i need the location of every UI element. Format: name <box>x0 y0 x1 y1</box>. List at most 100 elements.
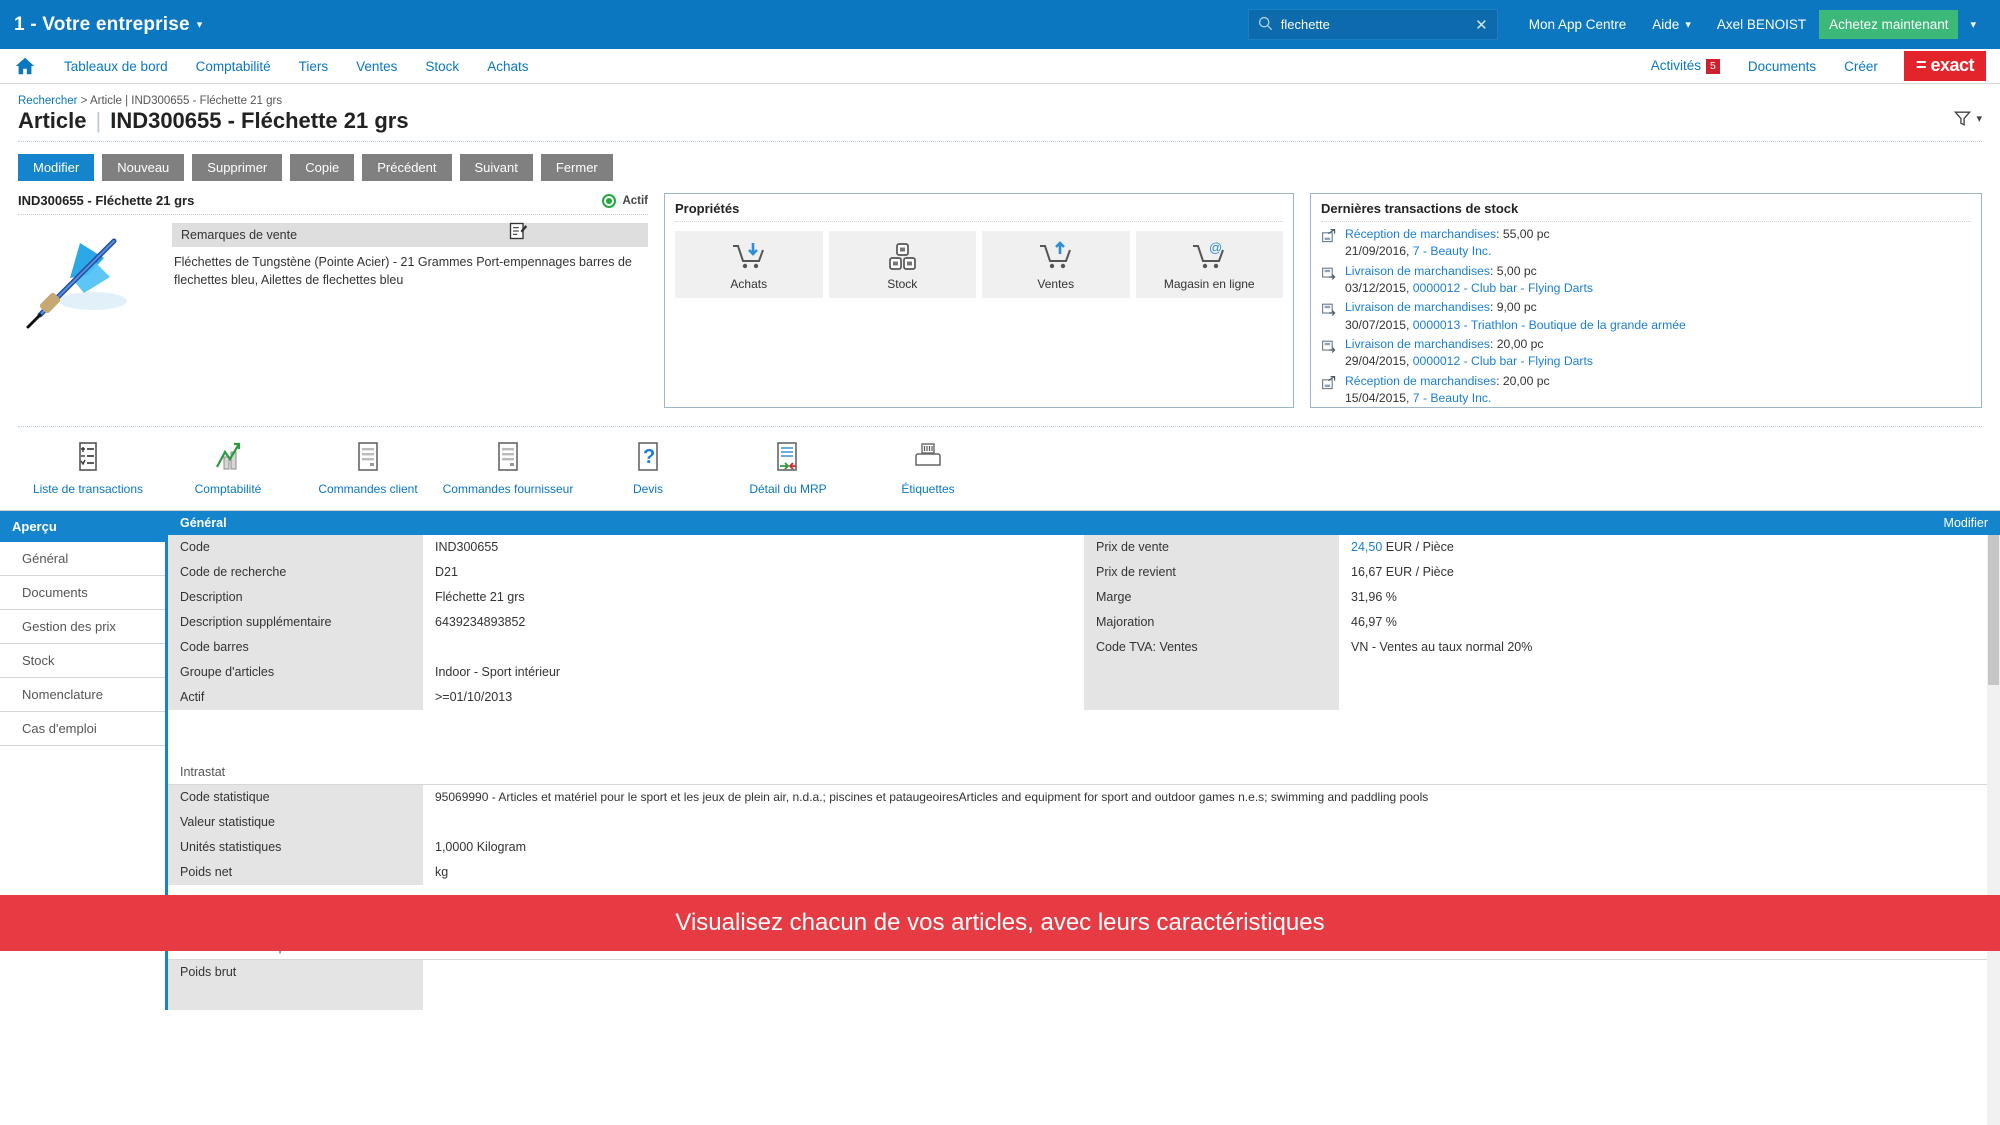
shortcut-detail-du-mrp[interactable]: Détail du MRP <box>718 437 858 496</box>
page-tools-button[interactable]: ▾ <box>1953 109 1982 134</box>
menu-item-achats[interactable]: Achats <box>473 59 542 74</box>
shortcut-comptabilite[interactable]: Comptabilité <box>158 437 298 496</box>
sale-price-accent[interactable]: 24,50 <box>1351 540 1382 554</box>
shortcut-commandes-client[interactable]: Commandes client <box>298 437 438 496</box>
document-icon <box>298 437 438 477</box>
menu-item-tiers[interactable]: Tiers <box>285 59 343 74</box>
tile-achats[interactable]: Achats <box>675 231 823 298</box>
section-edit-link[interactable]: Modifier <box>1944 516 1988 530</box>
clear-search-icon[interactable]: ✕ <box>1475 16 1488 34</box>
nouveau-button[interactable]: Nouveau <box>102 154 185 181</box>
summary-panels: IND300655 - Fléchette 21 grs Actif Remar… <box>0 181 2000 408</box>
tile-stock[interactable]: Stock <box>828 231 976 298</box>
shortcut-liste-de-transactions[interactable]: Liste de transactions <box>18 437 158 496</box>
suivant-button[interactable]: Suivant <box>459 154 533 181</box>
company-switcher[interactable]: 1 - Votre entreprise ▾ <box>14 14 202 36</box>
fermer-button[interactable]: Fermer <box>540 154 613 181</box>
sidebar-item-general[interactable]: Général <box>0 542 165 576</box>
stock-transactions-title: Dernières transactions de stock <box>1321 201 1519 216</box>
transaction-row[interactable]: Livraison de marchandises: 20,00 pc 29/0… <box>1321 336 1971 371</box>
search-box[interactable]: flechette ✕ <box>1247 9 1498 40</box>
chevron-down-icon: ▾ <box>1685 19 1691 31</box>
user-menu[interactable]: Axel BENOIST <box>1704 17 1819 32</box>
chevron-down-icon: ▾ <box>1976 113 1982 125</box>
sales-remarks-text: Fléchettes de Tungstène (Pointe Acier) -… <box>174 255 632 287</box>
supprimer-button[interactable]: Supprimer <box>192 154 283 181</box>
cart-up-icon <box>986 240 1126 274</box>
sidebar-item-cas-demploi[interactable]: Cas d'emploi <box>0 712 165 746</box>
sidebar-item-documents[interactable]: Documents <box>0 576 165 610</box>
sidebar-item-gestion-des-prix[interactable]: Gestion des prix <box>0 610 165 644</box>
properties-panel: Propriétés Achats Stock Ventes @ Magasin… <box>664 193 1294 408</box>
tile-magasin-en-ligne[interactable]: @ Magasin en ligne <box>1135 231 1283 298</box>
transaction-type[interactable]: Livraison de marchandises <box>1345 264 1490 278</box>
shortcut-etiquettes[interactable]: Étiquettes <box>858 437 998 496</box>
transaction-type[interactable]: Livraison de marchandises <box>1345 300 1490 314</box>
top-bar-right: flechette ✕ Mon App Centre Aide ▾ Axel B… <box>1247 0 1986 49</box>
transaction-date: 21/09/2016 <box>1345 244 1406 259</box>
field-label: Poids net <box>180 865 233 879</box>
chevron-down-icon[interactable]: ▾ <box>1958 18 1986 31</box>
goods-receipt-icon <box>1321 373 1338 408</box>
transaction-date: 03/12/2015 <box>1345 280 1406 295</box>
shortcut-commandes-fournisseur[interactable]: Commandes fournisseur <box>438 437 578 496</box>
activites-link[interactable]: Activités 5 <box>1637 58 1734 75</box>
svg-text:@: @ <box>1209 241 1222 255</box>
home-icon[interactable] <box>14 55 36 77</box>
shortcut-devis[interactable]: ? Devis <box>578 437 718 496</box>
app-centre-link[interactable]: Mon App Centre <box>1516 17 1640 32</box>
transaction-type[interactable]: Réception de marchandises <box>1345 374 1496 388</box>
field-value: IND300655 <box>435 540 499 554</box>
transaction-date: 29/04/2015 <box>1345 354 1406 369</box>
tile-ventes[interactable]: Ventes <box>982 231 1130 298</box>
vertical-scrollbar[interactable] <box>1987 535 2000 1125</box>
documents-link[interactable]: Documents <box>1734 59 1830 74</box>
general-right-labels: Prix de vente Prix de revient Marge Majo… <box>1084 535 1339 710</box>
field-label: Code <box>180 540 210 554</box>
transaction-qty: 5,00 pc <box>1496 263 1537 278</box>
search-input[interactable]: flechette <box>1281 17 1467 32</box>
divider <box>18 214 648 215</box>
transaction-party[interactable]: 7 - Beauty Inc. <box>1413 244 1492 258</box>
general-left-column: Code Code de recherche Description Descr… <box>168 535 1084 710</box>
field-label: Code TVA: Ventes <box>1096 640 1198 654</box>
precedent-button[interactable]: Précédent <box>362 154 452 181</box>
transaction-party[interactable]: 0000012 - Club bar - Flying Darts <box>1413 354 1593 368</box>
sidebar-item-apercu[interactable]: Aperçu <box>0 511 165 542</box>
filter-icon <box>1954 111 1972 126</box>
sidebar-item-stock[interactable]: Stock <box>0 644 165 678</box>
creer-link[interactable]: Créer <box>1830 59 1892 74</box>
field-value-link[interactable]: Indoor - Sport intérieur <box>423 660 1084 685</box>
transaction-party[interactable]: 0000012 - Club bar - Flying Darts <box>1413 281 1593 295</box>
scrollbar-thumb[interactable] <box>1988 535 1999 685</box>
boxes-icon <box>833 240 973 274</box>
breadcrumb-root[interactable]: Rechercher <box>18 95 77 107</box>
transaction-party[interactable]: 0000013 - Triathlon - Boutique de la gra… <box>1413 318 1686 332</box>
transaction-type[interactable]: Livraison de marchandises <box>1345 337 1490 351</box>
status-label: Actif <box>622 194 648 207</box>
exact-logo[interactable]: = exact <box>1903 51 1986 81</box>
transaction-row[interactable]: Livraison de marchandises: 9,00 pc 30/07… <box>1321 299 1971 334</box>
buy-now-button[interactable]: Achetez maintenant <box>1819 10 1959 39</box>
menu-item-comptabilite[interactable]: Comptabilité <box>182 59 285 74</box>
transaction-party[interactable]: 7 - Beauty Inc. <box>1413 391 1492 405</box>
edit-note-icon[interactable] <box>508 221 530 243</box>
help-link[interactable]: Aide ▾ <box>1639 17 1704 32</box>
field-value <box>423 960 2000 985</box>
copie-button[interactable]: Copie <box>290 154 355 181</box>
search-icon <box>1258 16 1273 34</box>
field-value-link[interactable]: VN - Ventes au taux normal 20% <box>1339 635 2000 660</box>
transport-labels: Poids brut <box>168 960 423 1010</box>
title-divider: | <box>95 108 102 133</box>
transaction-row[interactable]: Réception de marchandises: 20,00 pc 15/0… <box>1321 373 1971 408</box>
modifier-button[interactable]: Modifier <box>18 154 95 181</box>
printer-icon <box>858 437 998 477</box>
field-label: Poids brut <box>180 965 237 979</box>
menu-item-stock[interactable]: Stock <box>411 59 473 74</box>
transaction-row[interactable]: Réception de marchandises: 55,00 pc 21/0… <box>1321 226 1971 261</box>
menu-item-tableaux-de-bord[interactable]: Tableaux de bord <box>50 59 182 74</box>
sidebar-item-nomenclature[interactable]: Nomenclature <box>0 678 165 712</box>
menu-item-ventes[interactable]: Ventes <box>342 59 411 74</box>
transaction-row[interactable]: Livraison de marchandises: 5,00 pc 03/12… <box>1321 263 1971 298</box>
transaction-type[interactable]: Réception de marchandises <box>1345 227 1496 241</box>
